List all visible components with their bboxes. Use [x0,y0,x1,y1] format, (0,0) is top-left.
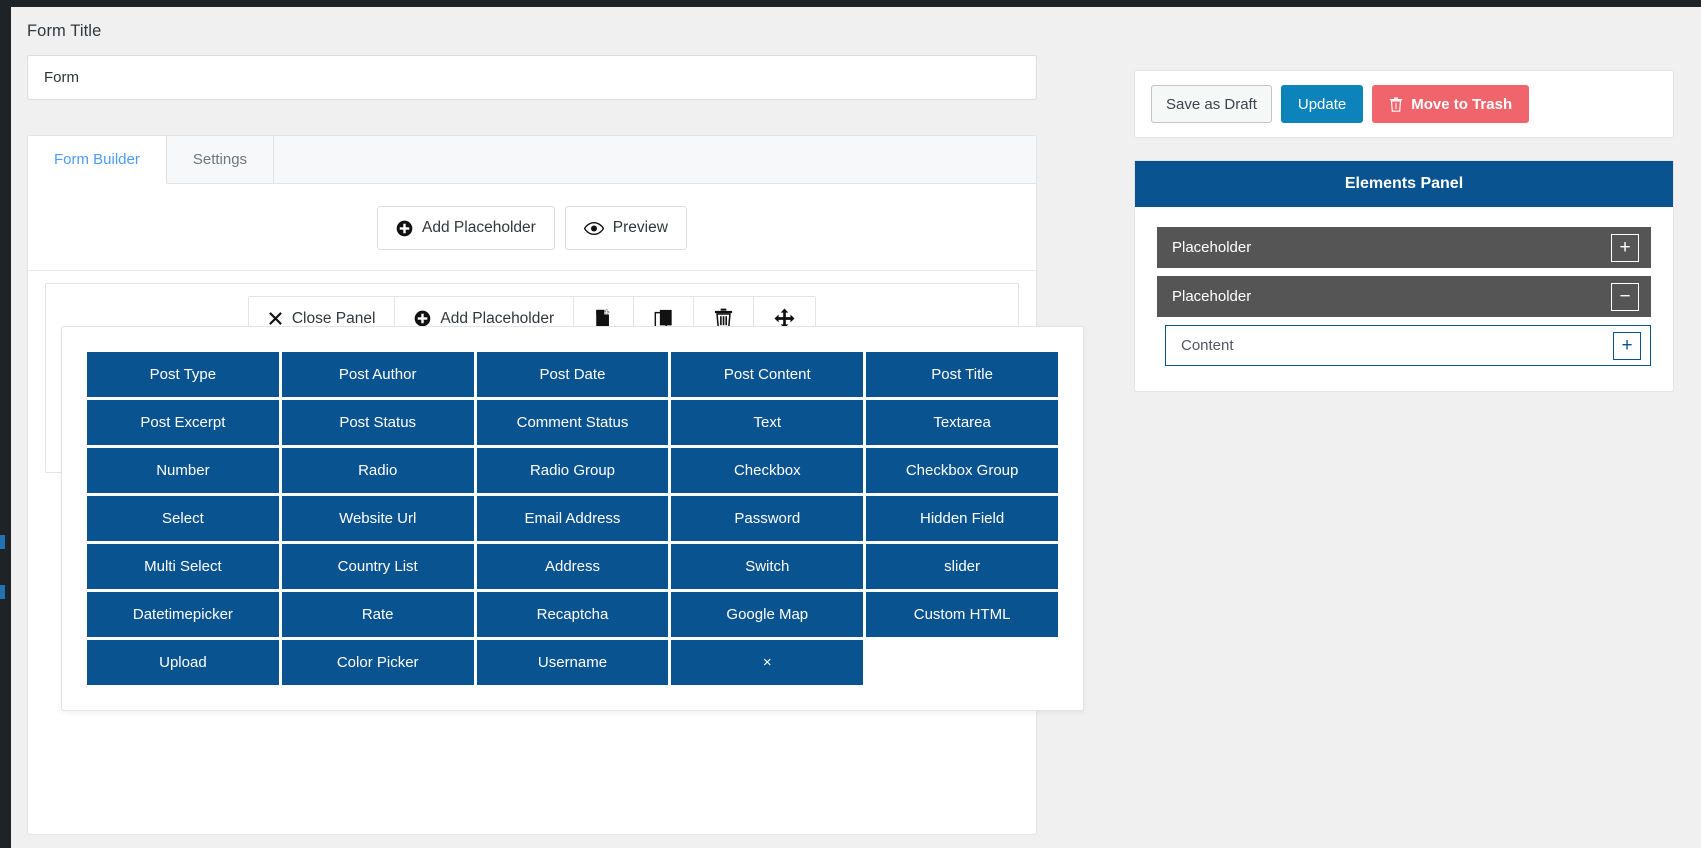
form-title-section: Form Title [27,22,1037,100]
right-sidebar: Save as Draft Update Move to Trash Eleme… [1134,70,1674,392]
form-builder-card: Form Builder Settings Add Placeholder Pr… [27,135,1084,835]
field-type-cell[interactable]: Upload [87,640,279,685]
tab-settings-label: Settings [192,151,248,168]
field-type-cell[interactable]: Post Excerpt [87,400,279,445]
builder-actions-row: Add Placeholder Preview [28,184,1036,271]
trash-icon [1389,96,1403,112]
add-placeholder-button[interactable]: Add Placeholder [377,206,555,250]
field-type-cell[interactable]: Textarea [866,400,1058,445]
field-type-cell[interactable]: Rate [281,592,474,637]
field-type-popup: Post Type Post Author Post Date Post Conten… [61,326,1084,711]
plus-circle-icon [396,220,413,237]
field-type-cell[interactable]: Post Author [281,352,474,397]
field-type-cell[interactable]: Comment Status [476,400,669,445]
element-row-label: Placeholder [1172,288,1252,305]
move-to-trash-label: Move to Trash [1411,95,1513,113]
add-content-button[interactable]: + [1613,331,1641,360]
admin-top-bar [0,0,1701,7]
field-type-cell[interactable]: Post Title [866,352,1058,397]
field-type-cell[interactable]: Number [87,448,279,493]
field-type-cell[interactable]: Country List [281,544,474,589]
publish-box: Save as Draft Update Move to Trash [1134,70,1674,138]
field-type-cell[interactable]: Datetimepicker [87,592,279,637]
close-x-icon [268,311,283,326]
field-type-cell[interactable]: Checkbox Group [866,448,1058,493]
elements-panel: Elements Panel Placeholder + Placeholder… [1134,160,1674,392]
field-type-cell[interactable]: Google Map [671,592,864,637]
tab-form-builder[interactable]: Form Builder [28,136,167,184]
elements-panel-body: Placeholder + Placeholder − Content + [1135,207,1673,366]
add-placeholder-button-label: Add Placeholder [422,219,536,236]
element-row-content[interactable]: Content + [1165,325,1651,366]
field-type-cell[interactable]: Address [476,544,669,589]
admin-sidebar-rail [0,0,11,848]
element-row-placeholder-2[interactable]: Placeholder − [1157,276,1651,317]
field-type-cell[interactable]: × [671,640,864,685]
field-type-cell[interactable]: slider [866,544,1058,589]
sidebar-marker-2 [0,585,5,599]
field-type-cell[interactable]: Post Type [87,352,279,397]
field-type-cell[interactable]: Radio [281,448,474,493]
form-title-label: Form Title [27,22,102,40]
form-title-input-wrap[interactable] [27,55,1037,100]
field-type-cell[interactable]: Hidden Field [866,496,1058,541]
field-type-cell[interactable]: Post Status [281,400,474,445]
save-as-draft-button[interactable]: Save as Draft [1151,85,1272,123]
field-type-cell[interactable]: Text [671,400,864,445]
builder-tabs: Form Builder Settings [28,136,1036,184]
collapse-button[interactable]: − [1611,282,1639,311]
element-row-label: Placeholder [1172,239,1252,256]
move-to-trash-button[interactable]: Move to Trash [1372,85,1530,123]
element-row-placeholder-1[interactable]: Placeholder + [1157,227,1651,268]
form-title-input[interactable] [28,69,1036,86]
field-type-cell[interactable]: Post Date [476,352,669,397]
eye-icon [583,221,604,236]
tab-settings[interactable]: Settings [167,136,275,183]
field-type-cell[interactable]: Checkbox [671,448,864,493]
field-type-cell[interactable]: Select [87,496,279,541]
field-type-cell[interactable]: Password [671,496,864,541]
tab-form-builder-label: Form Builder [54,151,140,168]
field-type-cell[interactable]: Website Url [281,496,474,541]
admin-page: Form Title Form Builder Settings [0,0,1701,848]
sidebar-marker-1 [0,535,5,549]
field-type-cell[interactable]: Recaptcha [476,592,669,637]
field-type-cell[interactable]: Radio Group [476,448,669,493]
field-type-cell[interactable]: Custom HTML [866,592,1058,637]
field-type-cell[interactable]: Username [476,640,669,685]
update-button[interactable]: Update [1280,85,1364,123]
field-type-cell[interactable]: Switch [671,544,864,589]
field-type-cell[interactable]: Multi Select [87,544,279,589]
field-type-cell-empty [866,640,1058,685]
close-panel-label: Close Panel [291,309,376,327]
panel-add-placeholder-label: Add Placeholder [440,309,555,327]
expand-button[interactable]: + [1611,233,1639,262]
field-type-cell[interactable]: Post Content [671,352,864,397]
content-row-label: Content [1181,337,1234,354]
plus-circle-icon [414,310,431,327]
field-type-cell[interactable]: Color Picker [281,640,474,685]
field-type-grid: Post Type Post Author Post Date Post Conten… [87,352,1058,685]
elements-panel-title: Elements Panel [1135,161,1673,207]
preview-button-label: Preview [612,219,668,236]
preview-button[interactable]: Preview [564,206,687,250]
field-type-cell[interactable]: Email Address [476,496,669,541]
